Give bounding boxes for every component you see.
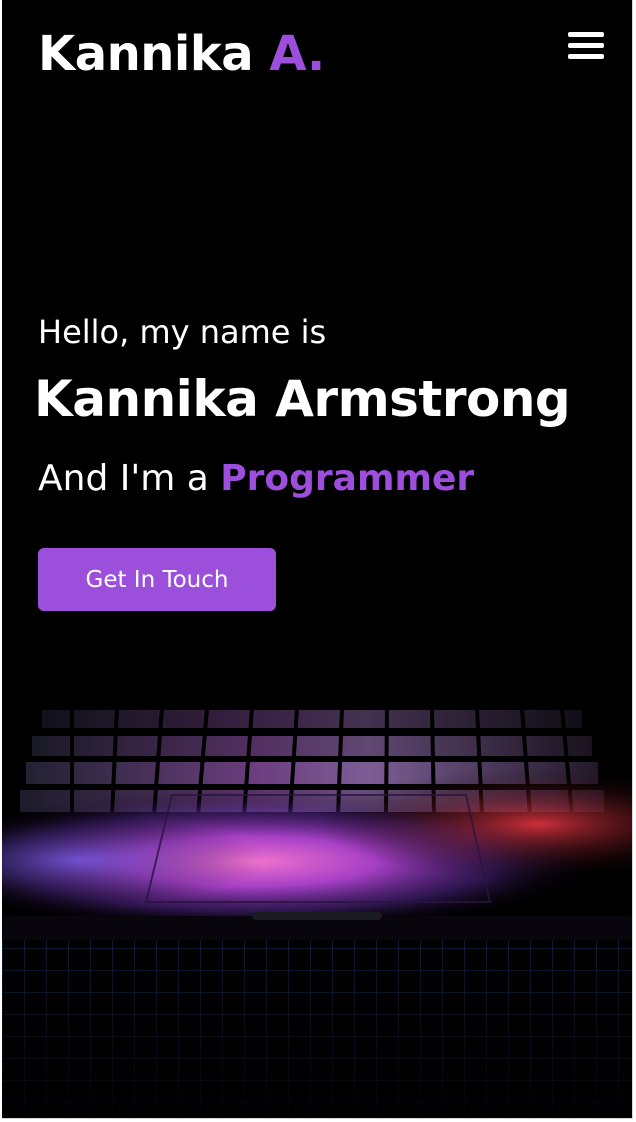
hero-role-line: And I'm a Programmer — [38, 458, 474, 499]
laptop-keyboard-background — [2, 707, 632, 1118]
hero-role-prefix: And I'm a — [38, 458, 209, 499]
hamburger-menu-icon[interactable] — [568, 32, 604, 64]
get-in-touch-button[interactable]: Get In Touch — [38, 548, 276, 611]
hero-role: Programmer — [220, 458, 475, 499]
hero-name: Kannika Armstrong — [34, 370, 571, 428]
menu-line — [568, 32, 604, 37]
menu-line — [568, 54, 604, 59]
logo-initial: A. — [269, 26, 325, 82]
hero-greeting: Hello, my name is — [38, 313, 327, 351]
logo-name: Kannika — [38, 26, 254, 82]
page-frame: Kannika A. Hello, my name is Kannika Arm… — [2, 0, 633, 1119]
site-logo[interactable]: Kannika A. — [38, 30, 325, 78]
menu-line — [568, 43, 604, 48]
